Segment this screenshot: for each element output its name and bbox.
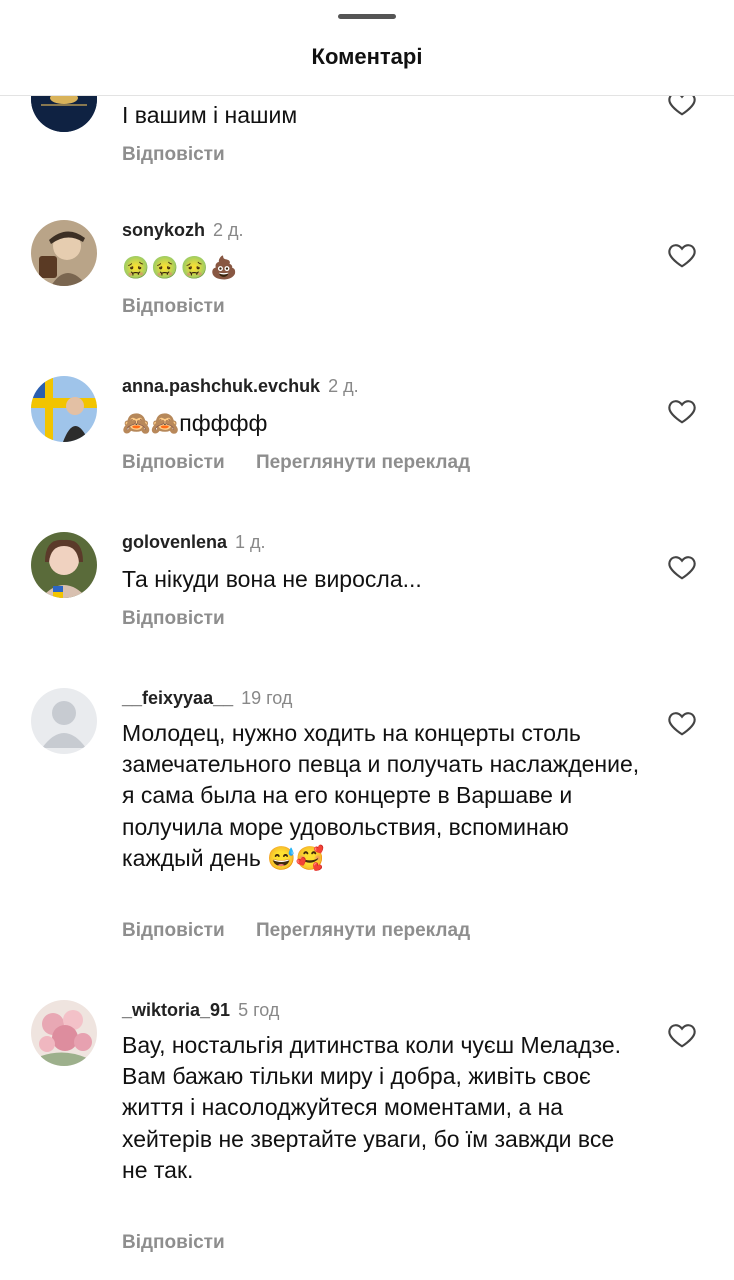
reply-button[interactable]: Відповісти [122, 1232, 225, 1253]
comments-list[interactable]: І вашим і нашим Відповісти sonykozh 2 д. … [0, 96, 734, 1280]
reply-button[interactable]: Відповісти [122, 920, 225, 941]
comment-time: 2 д. [328, 376, 359, 396]
see-translation-button[interactable]: Переглянути переклад [256, 452, 470, 473]
heart-icon[interactable] [666, 96, 698, 118]
avatar[interactable] [31, 688, 97, 754]
comment-text: І вашим і нашим [122, 102, 298, 128]
comment-username[interactable]: sonykozh 2 д. [122, 220, 244, 241]
comment-actions: Відповісти Переглянути переклад [122, 920, 496, 942]
sheet-title: Коментарі [311, 44, 423, 69]
comment-username[interactable]: golovenlena 1 д. [122, 532, 266, 553]
see-translation-button[interactable]: Переглянути переклад [256, 920, 470, 941]
avatar[interactable] [31, 96, 97, 132]
comment-username[interactable]: _wiktoria_91 5 год [122, 1000, 279, 1021]
comments-sheet: Коментарі І вашим і нашим Відповісти son… [0, 0, 734, 1280]
comment-time: 2 д. [213, 220, 244, 240]
reply-button[interactable]: Відповісти [122, 296, 225, 317]
comment-actions: Відповісти [122, 296, 251, 318]
heart-icon[interactable] [666, 708, 698, 738]
comment-time: 5 год [238, 1000, 280, 1020]
heart-icon[interactable] [666, 1020, 698, 1050]
avatar[interactable] [31, 220, 97, 286]
comment-time: 1 д. [235, 532, 266, 552]
comment-actions: Відповісти [122, 144, 251, 166]
heart-icon[interactable] [666, 396, 698, 426]
avatar[interactable] [31, 1000, 97, 1066]
reply-button[interactable]: Відповісти [122, 452, 225, 473]
reply-button[interactable]: Відповісти [122, 144, 225, 165]
reply-button[interactable]: Відповісти [122, 608, 225, 629]
comment-time: 19 год [241, 688, 293, 708]
comment-username[interactable]: __feixyyaa__ 19 год [122, 688, 292, 709]
comment-text: Та нікуди вона не виросла... [122, 566, 422, 592]
comment-actions: Відповісти [122, 1232, 251, 1254]
drag-handle[interactable] [338, 14, 396, 19]
avatar[interactable] [31, 532, 97, 598]
comment-actions: Відповісти [122, 608, 251, 630]
comment-text: 🤢🤢🤢💩 [122, 255, 240, 280]
comment-username[interactable]: anna.pashchuk.evchuk 2 д. [122, 376, 359, 397]
avatar[interactable] [31, 376, 97, 442]
heart-icon[interactable] [666, 552, 698, 582]
comment-text: Молодец, нужно ходить на концерты столь … [122, 720, 640, 871]
comment-text: 🙈🙈пфффф [122, 410, 268, 436]
comment-text: Вау, ностальгія дитинства коли чуєш Мела… [122, 1032, 622, 1183]
comment-actions: Відповісти Переглянути переклад [122, 452, 496, 474]
heart-icon[interactable] [666, 240, 698, 270]
